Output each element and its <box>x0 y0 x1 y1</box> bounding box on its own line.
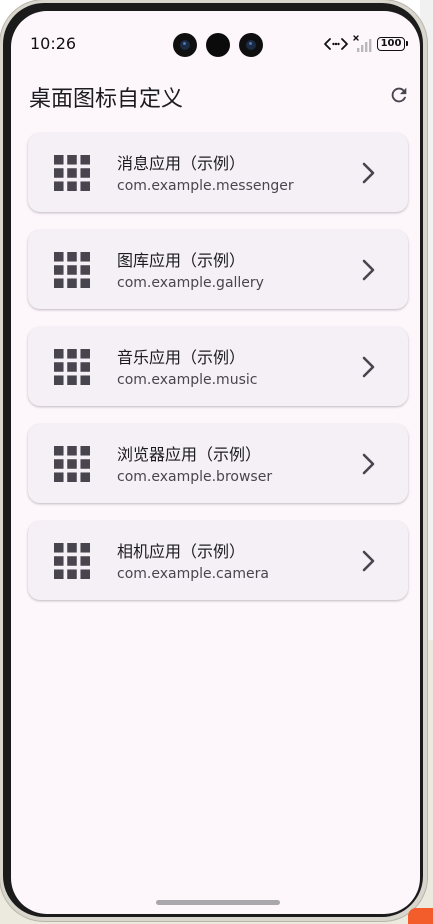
battery-icon: 100 <box>377 37 408 51</box>
status-icons: 100 <box>323 35 408 53</box>
app-list-item[interactable]: 浏览器应用（示例） com.example.browser <box>28 424 408 503</box>
chevron-right-icon <box>362 550 375 572</box>
app-name: 消息应用（示例） <box>117 154 246 173</box>
app-name: 相机应用（示例） <box>117 542 246 561</box>
app-grid-icon <box>54 446 90 482</box>
app-name: 浏览器应用（示例） <box>117 445 262 464</box>
refresh-button[interactable] <box>385 81 413 109</box>
chevron-right-icon <box>362 356 375 378</box>
chevron-right-icon <box>362 453 375 475</box>
app-list-item[interactable]: 音乐应用（示例） com.example.music <box>28 327 408 406</box>
network-activity-icon <box>324 38 348 50</box>
app-grid-icon <box>54 155 90 191</box>
home-indicator[interactable] <box>156 900 280 905</box>
app-package: com.example.messenger <box>117 178 294 194</box>
front-camera-icon <box>173 33 197 57</box>
app-package: com.example.browser <box>117 469 273 485</box>
app-grid-icon <box>54 349 90 385</box>
no-signal-icon <box>353 35 372 52</box>
phone-bezel: 10:26 100 桌面图标自定义 消息应用（示例） com.example.m… <box>3 3 423 917</box>
app-list: 消息应用（示例） com.example.messenger 图库应用（示例） com… <box>28 133 408 618</box>
app-grid-icon <box>54 543 90 579</box>
app-screen: 10:26 100 桌面图标自定义 消息应用（示例） com.example.m… <box>11 11 420 914</box>
app-package: com.example.gallery <box>117 275 264 291</box>
app-name: 图库应用（示例） <box>117 251 246 270</box>
app-list-item[interactable]: 相机应用（示例） com.example.camera <box>28 521 408 600</box>
app-package: com.example.music <box>117 372 258 388</box>
phone-frame: 10:26 100 桌面图标自定义 消息应用（示例） com.example.m… <box>0 0 427 921</box>
app-bar: 桌面图标自定义 <box>11 71 420 127</box>
status-time: 10:26 <box>30 34 77 53</box>
background-accent <box>408 908 433 924</box>
chevron-right-icon <box>362 259 375 281</box>
app-list-item[interactable]: 消息应用（示例） com.example.messenger <box>28 133 408 212</box>
sensor-icon <box>206 33 230 57</box>
app-grid-icon <box>54 252 90 288</box>
page-title: 桌面图标自定义 <box>29 87 184 112</box>
app-name: 音乐应用（示例） <box>117 348 246 367</box>
app-package: com.example.camera <box>117 566 269 582</box>
front-camera-icon-2 <box>239 33 263 57</box>
status-bar: 10:26 100 <box>11 11 420 65</box>
battery-level: 100 <box>380 38 402 49</box>
chevron-right-icon <box>362 162 375 184</box>
refresh-icon <box>391 87 407 103</box>
app-list-item[interactable]: 图库应用（示例） com.example.gallery <box>28 230 408 309</box>
